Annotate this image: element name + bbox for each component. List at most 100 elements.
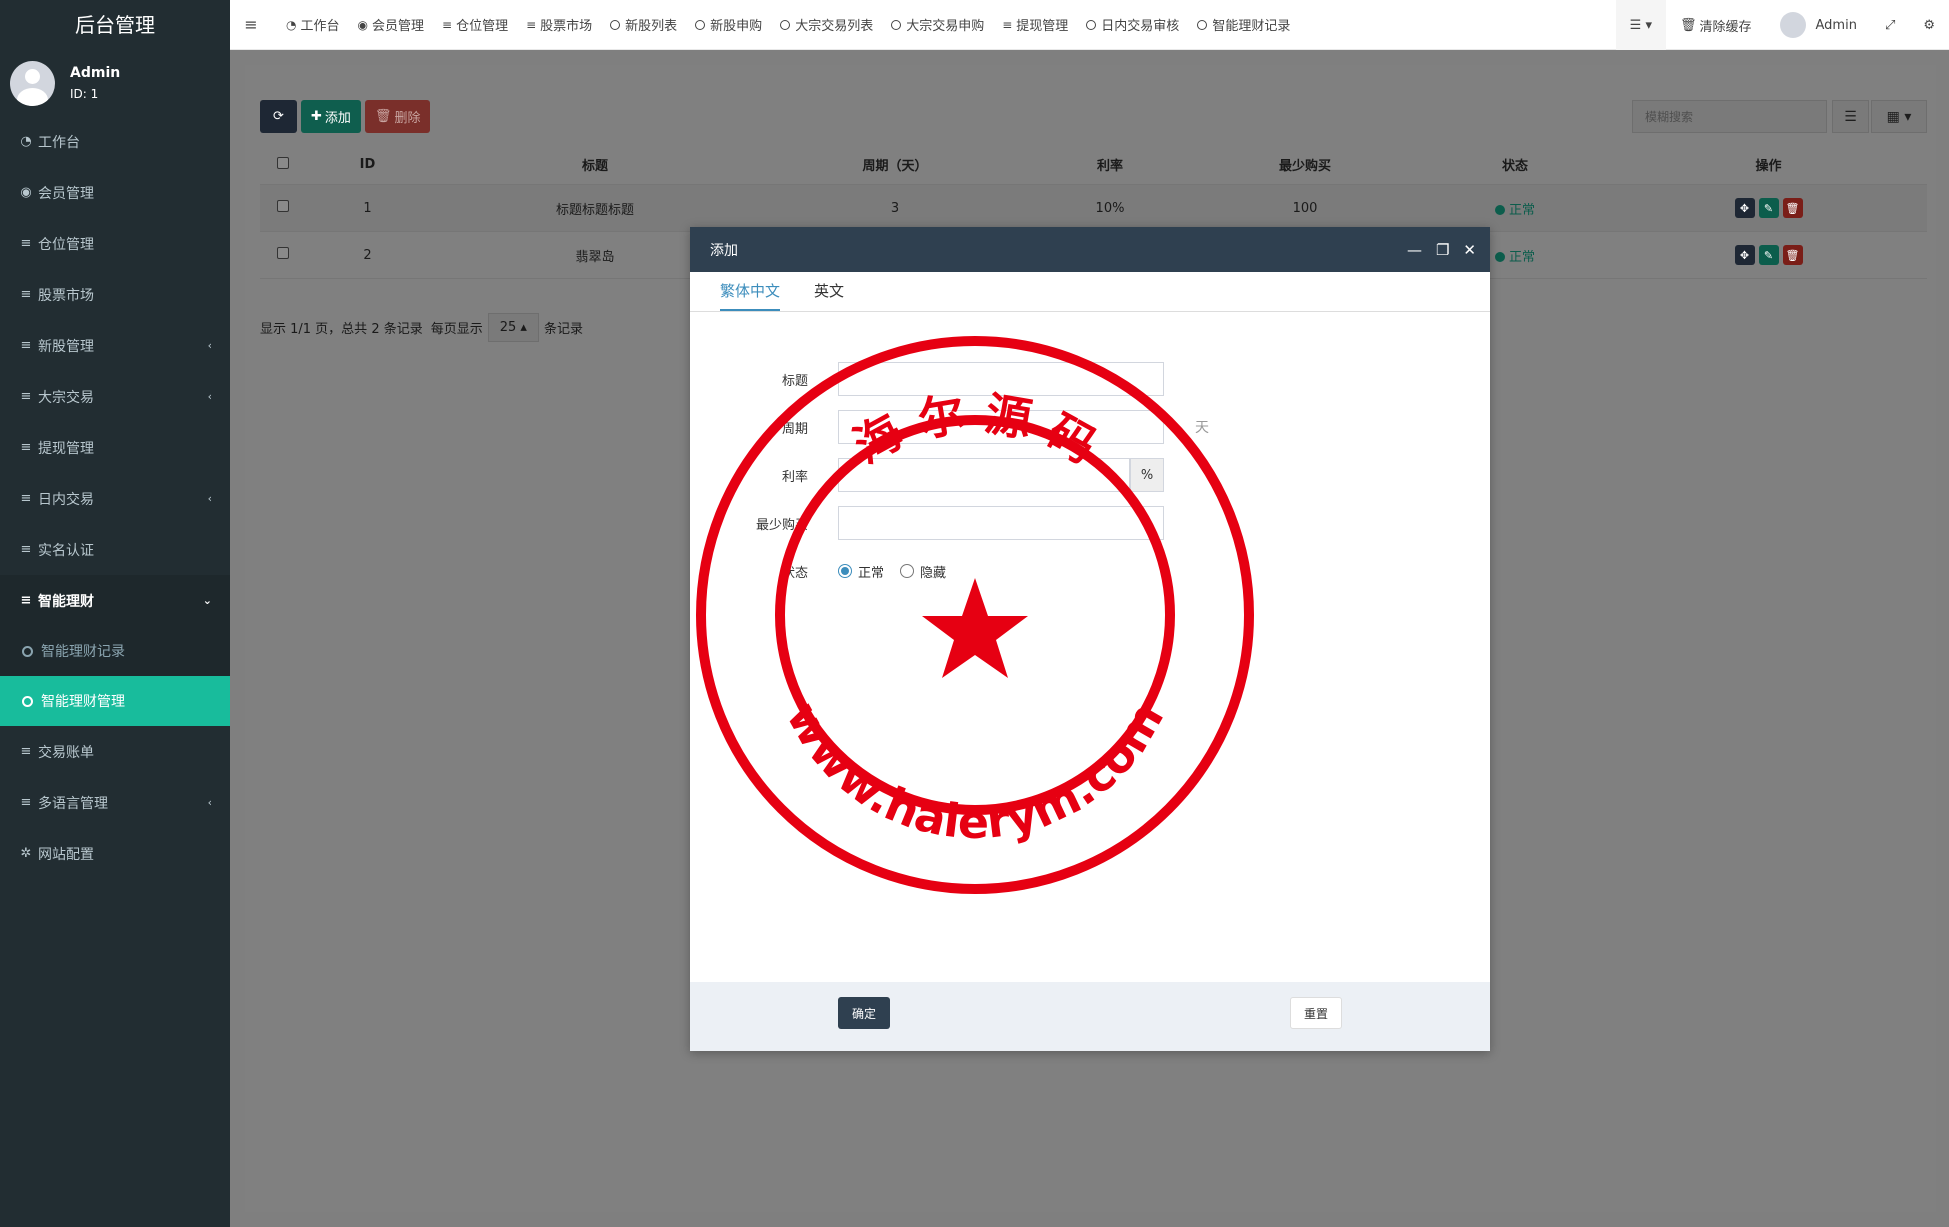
sidebar-item-positions[interactable]: ≡ 仓位管理 [0, 218, 230, 269]
list-icon: ≡ [20, 389, 32, 404]
delete-row-button[interactable]: 🗑 [1782, 245, 1803, 265]
sidebar-item-dashboard[interactable]: ◔ 工作台 [0, 116, 230, 167]
drag-sort-button[interactable]: ✥ [1734, 245, 1755, 265]
columns-dropdown-icon[interactable]: ▦ ▾ [1871, 100, 1927, 133]
status-normal-radio[interactable] [838, 564, 852, 578]
sidebar-item-stock-market[interactable]: ≡ 股票市场 [0, 269, 230, 320]
min-purchase-label: 最少购买 [755, 517, 808, 533]
min-purchase-input[interactable] [838, 506, 1164, 540]
row-checkbox[interactable] [276, 200, 289, 212]
tab-dashboard[interactable]: ◔ 工作台 [286, 15, 340, 35]
dashboard-icon: ◔ [286, 17, 297, 32]
dialog-footer: 确定 重置 [690, 982, 1490, 1051]
sidebar-item-languages[interactable]: ≡ 多语言管理 ‹ [0, 777, 230, 828]
status-hidden-radio[interactable] [900, 564, 915, 578]
circle-icon [695, 19, 706, 30]
brand-title[interactable]: 后台管理 [0, 0, 230, 50]
drag-sort-button[interactable]: ✥ [1734, 198, 1755, 218]
user-menu[interactable]: Admin [1766, 0, 1871, 50]
tab-block-trade-subscribe[interactable]: 大宗交易申购 [891, 15, 984, 34]
search-input[interactable]: 模糊搜索 [1632, 100, 1827, 133]
submenu-smart-finance: 智能理财记录 智能理财管理 [0, 626, 230, 726]
delete-row-button[interactable]: 🗑 [1782, 198, 1803, 218]
list-icon: ≡ [20, 593, 32, 608]
pagination-info: 显示 1/1 页，总共 2 条记录 每页显示 25 ▴ 条记录 [260, 313, 583, 342]
tab-members[interactable]: ◉ 会员管理 [357, 15, 425, 35]
maximize-icon[interactable]: ❐ [1436, 241, 1449, 259]
delete-button[interactable]: 🗑 删除 [364, 100, 431, 133]
sidebar-item-intraday[interactable]: ≡ 日内交易 ‹ [0, 473, 230, 524]
rate-input[interactable] [838, 458, 1130, 492]
status-dot-icon [1494, 252, 1505, 262]
tab-english[interactable]: 英文 [814, 272, 844, 311]
period-suffix: 天 [1195, 420, 1209, 436]
sidebar-item-smart-finance-manage[interactable]: 智能理财管理 [0, 676, 230, 726]
circle-icon [1197, 19, 1208, 30]
status-radio-group: 正常 隐藏 [838, 562, 946, 581]
user-circle-icon: ◉ [357, 17, 368, 32]
period-label: 周期 [781, 421, 808, 437]
sidebar-item-smart-finance[interactable]: ≡ 智能理财 ⌄ [0, 575, 230, 626]
edit-button[interactable]: ✎ [1758, 198, 1779, 218]
user-name: Admin [70, 65, 121, 81]
trash-icon: 🗑 [374, 109, 392, 124]
close-icon[interactable]: ✕ [1463, 241, 1476, 259]
reset-button[interactable]: 重置 [1290, 997, 1342, 1029]
list-view-icon[interactable]: ☰ [1832, 100, 1869, 133]
user-id: ID: 1 [70, 87, 99, 101]
select-all-checkbox[interactable] [276, 156, 289, 169]
circle-icon [22, 695, 33, 707]
user-panel: Admin ID: 1 [0, 50, 230, 116]
circle-icon [610, 19, 621, 30]
sidebar-item-smart-finance-records[interactable]: 智能理财记录 [0, 626, 230, 676]
refresh-button[interactable]: ⟳ [260, 100, 297, 133]
tab-stock-market[interactable]: ≡ 股票市场 [526, 15, 592, 35]
avatar [1779, 12, 1806, 38]
tab-ipo-list[interactable]: 新股列表 [610, 15, 677, 34]
period-input[interactable] [838, 410, 1164, 444]
tab-positions[interactable]: ≡ 仓位管理 [442, 15, 508, 35]
fullscreen-icon[interactable]: ⤢ [1871, 0, 1909, 50]
tab-intraday-review[interactable]: 日内交易审核 [1086, 15, 1179, 34]
tab-block-trade-list[interactable]: 大宗交易列表 [780, 15, 873, 34]
sidebar-item-realname[interactable]: ≡ 实名认证 [0, 524, 230, 575]
row-checkbox[interactable] [276, 247, 289, 259]
dashboard-icon: ◔ [20, 134, 32, 149]
title-input[interactable] [838, 362, 1164, 396]
sidebar-item-ipo[interactable]: ≡ 新股管理 ‹ [0, 320, 230, 371]
dialog-title: 添加 [710, 242, 738, 259]
tab-smart-finance-records[interactable]: 智能理财记录 [1197, 15, 1290, 34]
confirm-button[interactable]: 确定 [838, 997, 890, 1029]
clear-cache-button[interactable]: 🗑 清除缓存 [1666, 0, 1766, 50]
list-icon: ☰ ▾ [1629, 17, 1652, 33]
minimize-icon[interactable]: — [1407, 241, 1422, 259]
refresh-icon: ⟳ [273, 109, 284, 124]
tab-traditional-chinese[interactable]: 繁体中文 [720, 272, 781, 311]
title-label: 标题 [781, 373, 808, 389]
page-size-select[interactable]: 25 ▴ [487, 313, 539, 342]
trash-icon: 🗑 [1679, 17, 1697, 33]
sidebar-item-site-config[interactable]: ✲ 网站配置 [0, 828, 230, 879]
sidebar-item-trade-bills[interactable]: ≡ 交易账单 [0, 726, 230, 777]
tab-withdraw[interactable]: ≡ 提现管理 [1002, 15, 1068, 35]
tabs-dropdown-button[interactable]: ☰ ▾ [1615, 0, 1666, 50]
list-icon: ≡ [20, 338, 32, 353]
list-icon: ≡ [20, 491, 32, 506]
sidebar-item-members[interactable]: ◉ 会员管理 [0, 167, 230, 218]
circle-icon [22, 645, 33, 657]
chevron-down-icon: ⌄ [202, 594, 212, 607]
sidebar-item-withdraw[interactable]: ≡ 提现管理 [0, 422, 230, 473]
edit-button[interactable]: ✎ [1758, 245, 1779, 265]
sidebar-menu: ◔ 工作台 ◉ 会员管理 ≡ 仓位管理 ≡ 股票市场 ≡ 新股管理 ‹ ≡ 大宗交易 ‹ ≡ 提现… [0, 116, 230, 879]
menu-toggle-icon[interactable]: ≡ [230, 15, 272, 34]
tab-ipo-subscribe[interactable]: 新股申购 [695, 15, 762, 34]
chevron-left-icon: ‹ [207, 796, 212, 809]
list-icon: ≡ [442, 17, 453, 32]
chevron-left-icon: ‹ [207, 492, 212, 505]
add-button[interactable]: ✚ 添加 [301, 100, 361, 133]
user-circle-icon: ◉ [20, 185, 32, 200]
chevron-left-icon: ‹ [207, 390, 212, 403]
sidebar-item-block-trade[interactable]: ≡ 大宗交易 ‹ [0, 371, 230, 422]
gears-icon[interactable]: ⚙ [1909, 0, 1949, 50]
avatar [10, 60, 55, 106]
